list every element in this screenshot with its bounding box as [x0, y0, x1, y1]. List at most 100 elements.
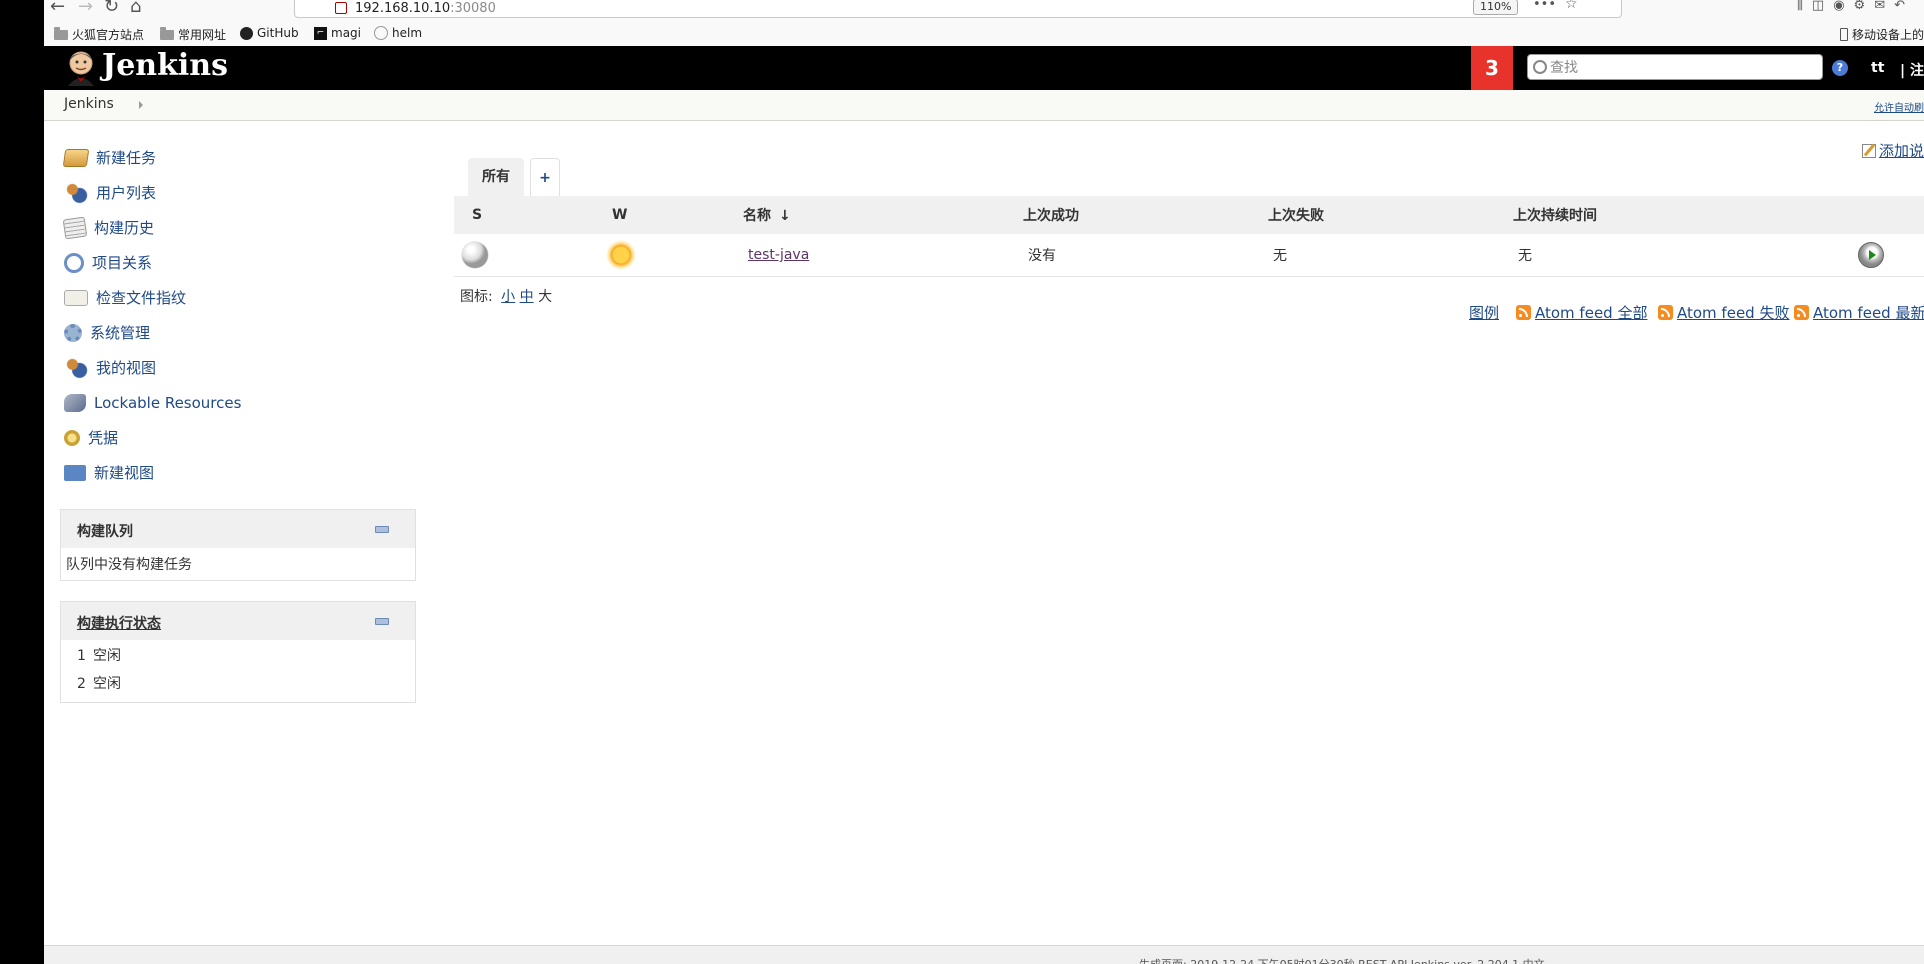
footer: 生成页面: 2019-12-24 下午05时01分30秒 REST API Je… [44, 945, 1924, 964]
executors-header: 构建执行状态 [61, 602, 415, 640]
bookmark-star-icon[interactable]: ☆ [1565, 0, 1578, 12]
job-table: S W 名称 ↓ 上次成功 上次失败 上次持续时间 test-java 没有 无 … [454, 196, 1924, 277]
add-description-link[interactable]: 添加说 [1861, 140, 1924, 161]
task-manage[interactable]: 系统管理 [64, 315, 364, 350]
url-bar[interactable]: 192.168.10.10:30080 110% ••• ☆ [294, 0, 1622, 18]
task-lockable-resources[interactable]: Lockable Resources [64, 385, 364, 420]
lockable-resources-icon [64, 393, 86, 412]
insecure-lock-icon [335, 2, 347, 14]
task-build-history[interactable]: 构建历史 [62, 210, 364, 245]
task-label: 用户列表 [96, 184, 157, 202]
rss-icon [1516, 305, 1531, 320]
build-queue-title: 构建队列 [77, 524, 133, 540]
search-input[interactable] [1548, 57, 1820, 79]
build-history-icon [62, 216, 88, 239]
zoom-level[interactable]: 110% [1473, 0, 1519, 15]
task-new-job[interactable]: 新建任务 [62, 140, 364, 175]
icon-size-small[interactable]: 小 [501, 289, 515, 305]
magi-icon: ⌐ [314, 26, 327, 40]
task-label: 构建历史 [94, 219, 155, 237]
header-last-failure[interactable]: 上次失败 [1268, 196, 1513, 234]
task-fingerprint[interactable]: 检查文件指纹 [64, 280, 364, 315]
table-header-row: S W 名称 ↓ 上次成功 上次失败 上次持续时间 [454, 196, 1924, 234]
schedule-build-icon[interactable] [1858, 242, 1884, 268]
gear-icon [64, 323, 82, 342]
task-new-view[interactable]: 新建视图 [64, 455, 364, 490]
auto-refresh-link[interactable]: 允许自动刷 [1874, 99, 1924, 114]
header-weather[interactable]: W [612, 196, 743, 234]
executors-title[interactable]: 构建执行状态 [77, 613, 161, 633]
reload-icon[interactable]: ↻ [104, 0, 119, 17]
icon-size-large: 大 [538, 289, 553, 305]
executor-row: 1 空闲 [77, 648, 121, 664]
header-last-success[interactable]: 上次成功 [1023, 196, 1268, 234]
jenkins-header: Jenkins 3 ? tt | 注 [44, 46, 1924, 90]
search-icon [1533, 60, 1547, 74]
bookmark-item[interactable]: ⌐ magi [314, 26, 361, 40]
forward-icon[interactable]: → [78, 0, 93, 17]
new-job-icon [62, 148, 90, 167]
notification-badge[interactable]: 3 [1471, 46, 1513, 90]
sort-arrow-icon: ↓ [779, 208, 791, 224]
tab-add-view[interactable]: + [530, 158, 560, 196]
icon-size-selector: 图标: 小 中 大 [460, 286, 552, 306]
helm-icon [374, 26, 388, 40]
task-credentials[interactable]: 凭据 [64, 420, 364, 455]
rss-icon [1658, 305, 1673, 320]
credentials-icon [64, 429, 80, 446]
status-not-built-icon [462, 242, 488, 268]
collapse-icon[interactable] [375, 618, 389, 625]
mobile-icon [1840, 28, 1848, 41]
breadcrumb-jenkins[interactable]: Jenkins [64, 96, 114, 112]
bookmarks-bar: 火狐官方站点 常用网址 GitHub ⌐ magi helm 移动设备上的 [44, 22, 1924, 46]
folder-icon [160, 26, 174, 40]
last-duration-value: 无 [1518, 248, 1532, 264]
jenkins-brand[interactable]: Jenkins [102, 48, 228, 83]
my-views-icon [64, 355, 88, 380]
bookmark-item[interactable]: helm [374, 26, 422, 40]
feed-all-link[interactable]: Atom feed 全部 [1516, 302, 1647, 323]
header-name[interactable]: 名称 ↓ [743, 196, 1023, 234]
feed-failures-link[interactable]: Atom feed 失败 [1658, 302, 1789, 323]
task-label: 新建任务 [96, 149, 157, 167]
rss-icon [1794, 305, 1809, 320]
task-label: 系统管理 [90, 324, 151, 342]
build-queue-pane: 构建队列 队列中没有构建任务 [60, 509, 416, 581]
task-my-views[interactable]: 我的视图 [64, 350, 364, 385]
toolbar-icons[interactable]: ⫼◫◉⚙✉↶ [1797, 0, 1914, 13]
bookmark-item[interactable]: 火狐官方站点 [54, 26, 144, 43]
legend-link[interactable]: 图例 [1469, 302, 1499, 323]
build-queue-header: 构建队列 [61, 510, 415, 548]
user-link[interactable]: tt [1871, 60, 1884, 76]
job-link[interactable]: test-java [748, 247, 809, 263]
collapse-icon[interactable] [375, 526, 389, 533]
last-success-value: 没有 [1028, 248, 1056, 264]
breadcrumb-arrow-icon[interactable] [139, 101, 143, 109]
breadcrumb: Jenkins 允许自动刷 [44, 90, 1924, 121]
bookmark-item[interactable]: GitHub [240, 26, 299, 40]
header-last-duration[interactable]: 上次持续时间 [1513, 196, 1863, 234]
executor-row: 2 空闲 [77, 676, 121, 692]
mobile-bookmarks[interactable]: 移动设备上的 [1840, 26, 1924, 43]
icon-size-medium[interactable]: 中 [520, 289, 534, 305]
github-icon [240, 26, 253, 40]
task-project-relationship[interactable]: 项目关系 [64, 245, 364, 280]
tab-all[interactable]: 所有 [468, 158, 524, 196]
help-icon[interactable]: ? [1832, 60, 1848, 76]
url-text: 192.168.10.10:30080 [355, 1, 496, 16]
bookmark-item[interactable]: 常用网址 [160, 26, 226, 43]
jenkins-butler-logo[interactable] [64, 50, 98, 86]
task-label: 新建视图 [94, 464, 155, 482]
home-icon[interactable]: ⌂ [130, 0, 141, 17]
logout-link[interactable]: | 注 [1900, 60, 1924, 80]
folder-icon [54, 26, 68, 40]
more-actions-icon[interactable]: ••• [1533, 0, 1556, 12]
edit-icon [1861, 143, 1876, 158]
back-icon[interactable]: ← [50, 0, 65, 17]
weather-sunny-icon [606, 240, 636, 270]
task-people[interactable]: 用户列表 [64, 175, 364, 210]
feed-latest-link[interactable]: Atom feed 最新的构建 [1794, 302, 1924, 323]
header-status[interactable]: S [454, 196, 612, 234]
task-label: 凭据 [88, 429, 119, 447]
table-row: test-java 没有 无 无 [454, 234, 1924, 277]
